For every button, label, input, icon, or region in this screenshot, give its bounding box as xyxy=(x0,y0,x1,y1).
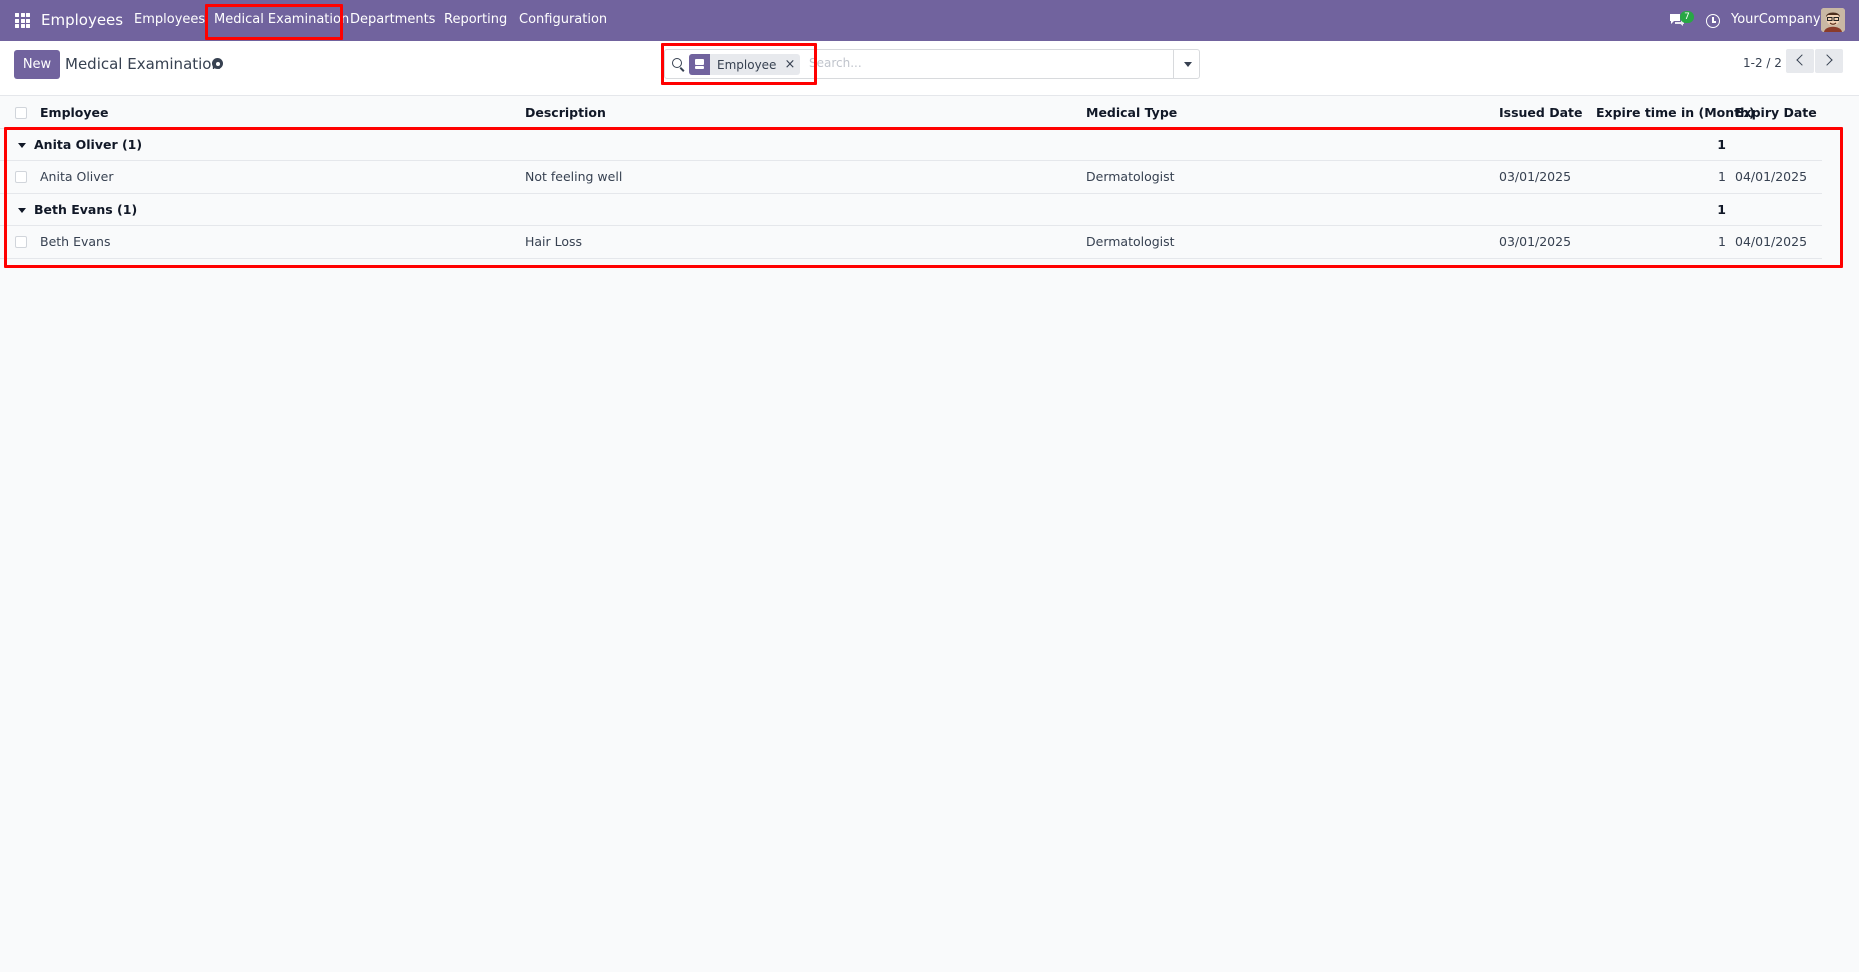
gear-icon[interactable] xyxy=(212,58,223,69)
header-medical-type[interactable]: Medical Type xyxy=(1086,97,1177,129)
new-button[interactable]: New xyxy=(14,50,60,79)
cell-employee: Beth Evans xyxy=(40,234,111,249)
row-checkbox[interactable] xyxy=(15,171,27,183)
pager-previous-icon[interactable] xyxy=(1786,49,1814,73)
control-panel: New Medical Examination Employee × 1-2 /… xyxy=(0,41,1859,96)
cell-expire-months: 1 xyxy=(1718,169,1726,184)
caret-down-icon xyxy=(18,208,26,213)
layers-icon xyxy=(689,54,710,75)
search-icon[interactable] xyxy=(672,58,682,68)
menu-configuration[interactable]: Configuration xyxy=(519,12,607,27)
group-total: 1 xyxy=(1717,202,1726,217)
group-by-facet[interactable]: Employee × xyxy=(689,54,801,75)
menu-medical-examination[interactable]: Medical Examination xyxy=(214,12,349,27)
header-issued-date[interactable]: Issued Date xyxy=(1499,97,1582,129)
cell-description: Hair Loss xyxy=(525,234,583,249)
top-navbar: Employees Employees Medical Examination … xyxy=(0,0,1859,41)
table-row[interactable]: Beth Evans Hair Loss Dermatologist 03/01… xyxy=(0,226,1822,259)
cell-expiry-date: 04/01/2025 xyxy=(1735,234,1808,249)
page-title: Medical Examination xyxy=(65,55,221,73)
company-switcher[interactable]: YourCompany xyxy=(1731,12,1821,27)
search-bar: Employee × xyxy=(664,49,1200,79)
header-employee[interactable]: Employee xyxy=(40,97,109,129)
cell-expiry-date: 04/01/2025 xyxy=(1735,169,1808,184)
pager-value[interactable]: 1-2 / 2 xyxy=(1743,56,1782,70)
cell-employee: Anita Oliver xyxy=(40,169,114,184)
group-label: Beth Evans (1) xyxy=(34,202,138,217)
menu-employees[interactable]: Employees xyxy=(134,12,205,27)
facet-label: Employee xyxy=(717,57,777,72)
table-row[interactable]: Anita Oliver Not feeling well Dermatolog… xyxy=(0,161,1822,194)
select-all-checkbox[interactable] xyxy=(15,107,27,119)
group-row[interactable]: Anita Oliver (1) 1 xyxy=(0,129,1822,161)
clock-icon[interactable] xyxy=(1706,14,1720,28)
cell-medical-type: Dermatologist xyxy=(1086,169,1175,184)
menu-reporting[interactable]: Reporting xyxy=(444,12,507,27)
table-header: Employee Description Medical Type Issued… xyxy=(0,97,1822,129)
search-input[interactable] xyxy=(809,56,1109,70)
group-row[interactable]: Beth Evans (1) 1 xyxy=(0,194,1822,226)
cell-description: Not feeling well xyxy=(525,169,623,184)
row-checkbox[interactable] xyxy=(15,236,27,248)
header-expiry-date[interactable]: Expiry Date xyxy=(1735,97,1817,129)
caret-down-icon xyxy=(18,143,26,148)
cell-issued-date: 03/01/2025 xyxy=(1499,234,1572,249)
user-avatar[interactable] xyxy=(1821,8,1845,32)
cell-expire-months: 1 xyxy=(1718,234,1726,249)
group-label: Anita Oliver (1) xyxy=(34,137,143,152)
menu-departments[interactable]: Departments xyxy=(350,12,435,27)
app-name[interactable]: Employees xyxy=(41,11,123,29)
header-expire-months[interactable]: Expire time in (Month) xyxy=(1596,97,1755,129)
search-options-toggle[interactable] xyxy=(1173,49,1201,79)
cell-medical-type: Dermatologist xyxy=(1086,234,1175,249)
pager-next-icon[interactable] xyxy=(1815,49,1843,73)
app-menu-icon[interactable] xyxy=(15,13,30,28)
cell-issued-date: 03/01/2025 xyxy=(1499,169,1572,184)
chat-count-badge: 7 xyxy=(1680,11,1694,23)
header-description[interactable]: Description xyxy=(525,97,606,129)
group-total: 1 xyxy=(1717,137,1726,152)
facet-remove-icon[interactable]: × xyxy=(784,57,800,72)
